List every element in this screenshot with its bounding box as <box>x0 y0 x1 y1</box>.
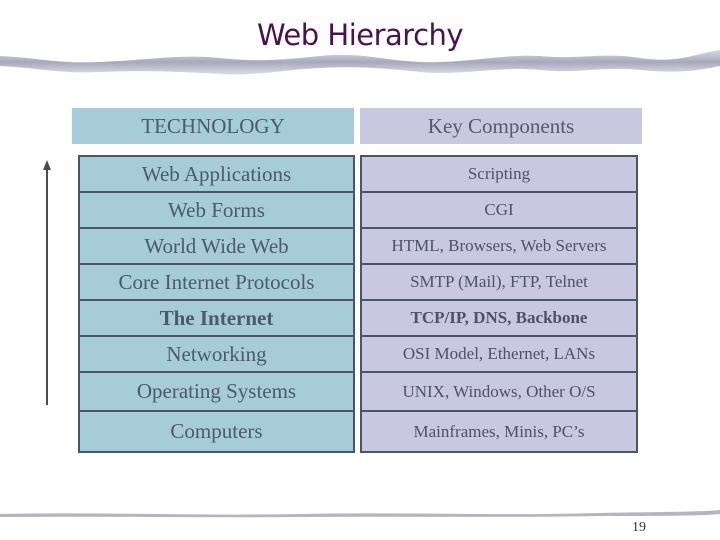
title-underline-decoration <box>0 50 720 75</box>
components-cell: CGI <box>362 193 636 229</box>
components-cell: Scripting <box>362 157 636 193</box>
technology-cell: Core Internet Protocols <box>80 265 353 301</box>
footer-line-decoration <box>0 510 720 518</box>
up-arrow-icon <box>43 160 51 405</box>
key-components-header: Key Components <box>360 108 642 144</box>
components-cell: TCP/IP, DNS, Backbone <box>362 301 636 337</box>
components-cell: Mainframes, Minis, PC’s <box>413 421 585 441</box>
technology-cell: The Internet <box>80 301 353 337</box>
technology-cell: Web Applications <box>80 157 353 193</box>
technology-cell: Operating Systems <box>80 373 353 412</box>
components-cell: HTML, Browsers, Web Servers <box>362 229 636 265</box>
technology-header: TECHNOLOGY <box>72 108 354 144</box>
technology-column: Web Applications Web Forms World Wide We… <box>78 155 355 453</box>
key-components-column: Scripting CGI HTML, Browsers, Web Server… <box>360 155 638 453</box>
slide-title: Web Hierarchy <box>256 18 464 52</box>
page-number: 19 <box>632 520 646 535</box>
components-cell: SMTP (Mail), FTP, Telnet <box>362 265 636 301</box>
technology-cell: Computers <box>170 419 263 443</box>
technology-cell: Networking <box>80 337 353 373</box>
technology-cell: Web Forms <box>80 193 353 229</box>
components-cell: OSI Model, Ethernet, LANs <box>362 337 636 373</box>
technology-cell: World Wide Web <box>80 229 353 265</box>
components-cell: UNIX, Windows, Other O/S <box>362 373 636 412</box>
